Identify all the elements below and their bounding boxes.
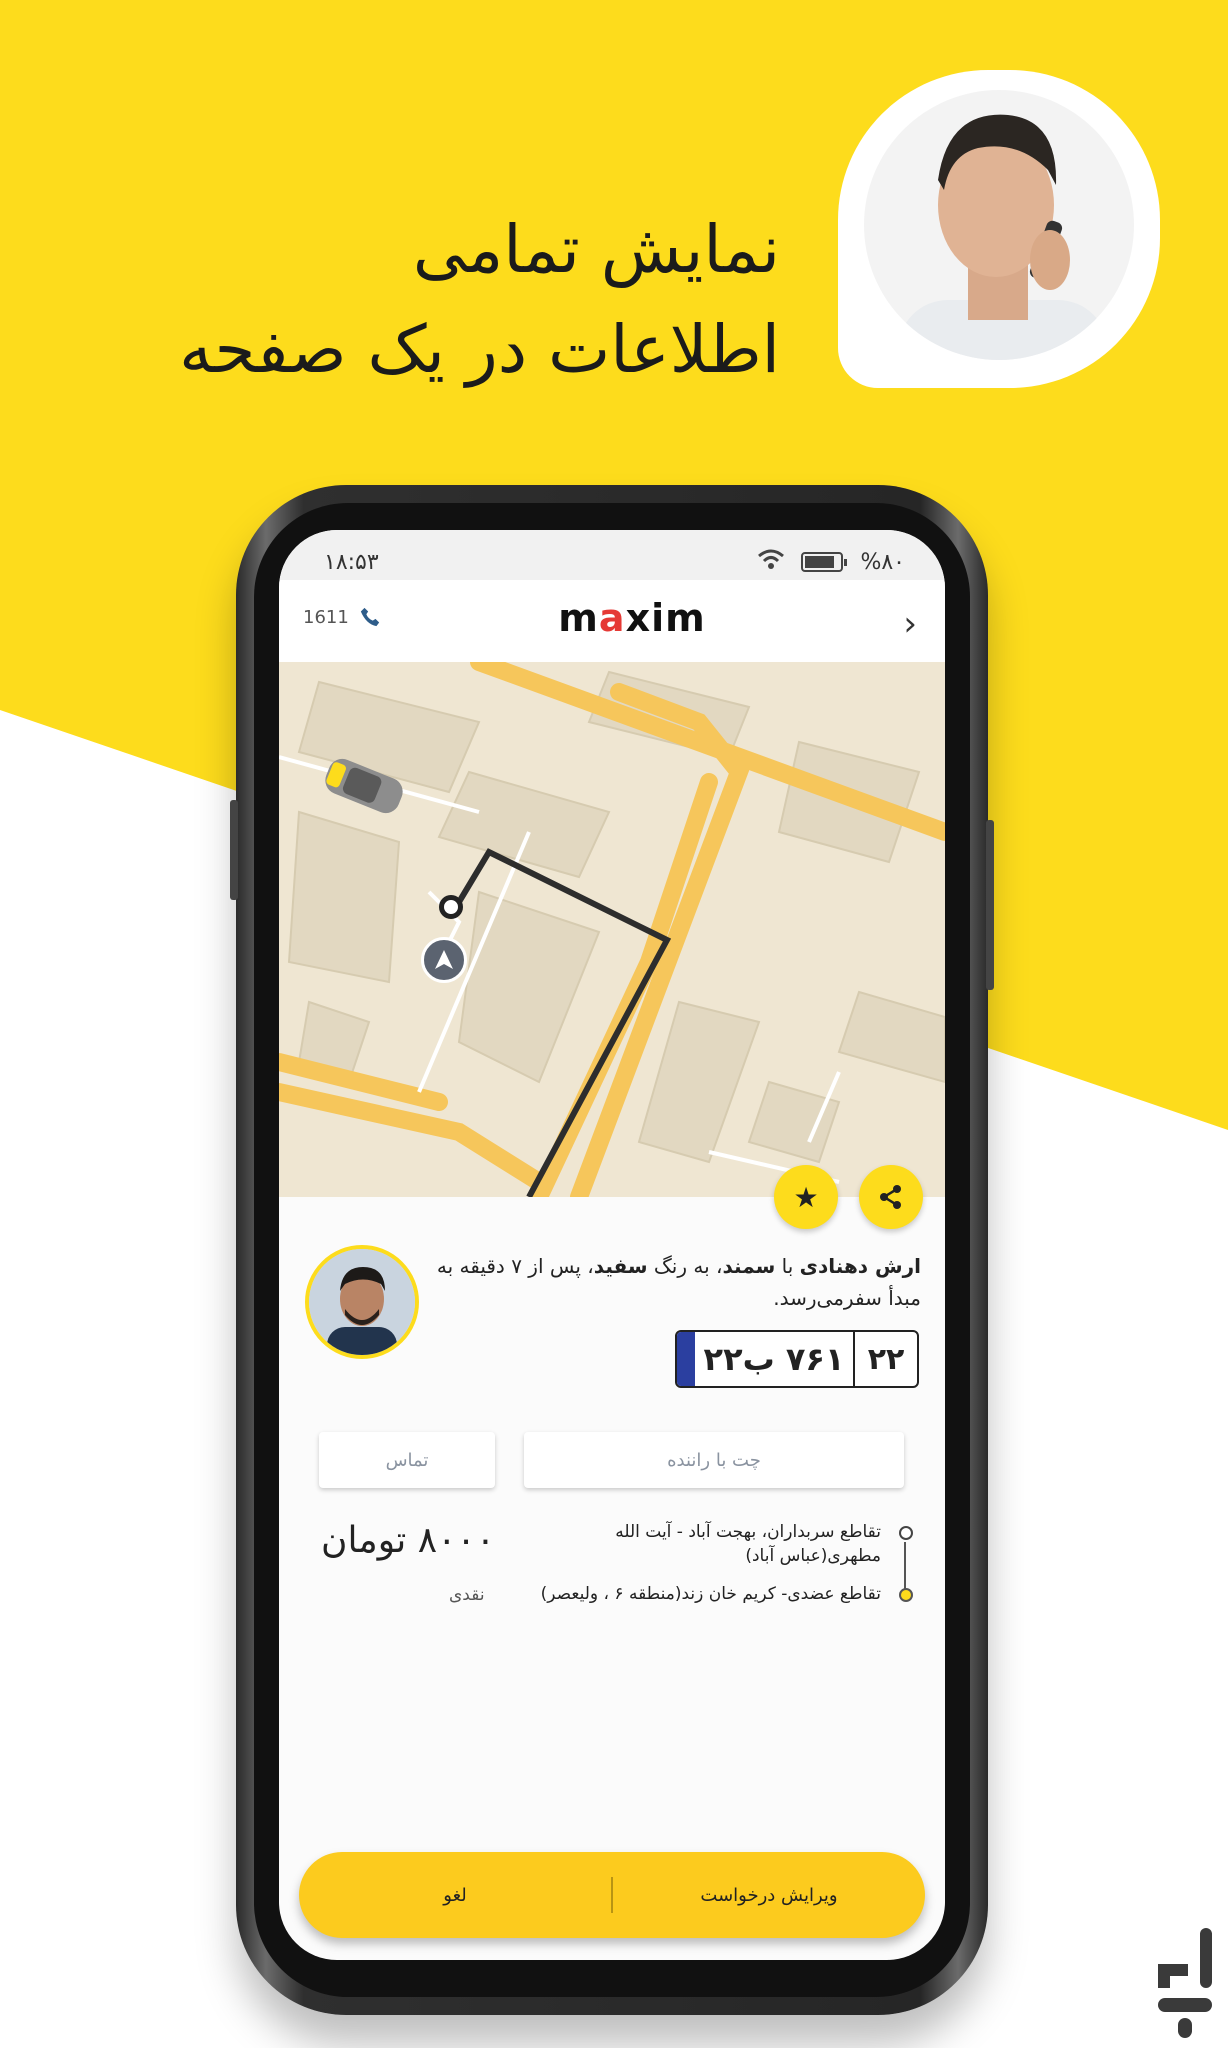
plate-flag: [677, 1332, 695, 1386]
car-model: سمند: [722, 1254, 776, 1278]
share-button[interactable]: [859, 1165, 923, 1229]
plate-region: ۲۲: [867, 1341, 905, 1377]
promo-headline: نمایش تمامی اطلاعات در یک صفحه: [60, 200, 780, 400]
star-icon: ★: [793, 1180, 819, 1214]
destination-dot-icon: [899, 1588, 913, 1602]
chat-with-driver-button[interactable]: چت با راننده: [524, 1432, 904, 1488]
battery-percent: %۸۰: [860, 550, 905, 575]
payment-type: نقدی: [449, 1585, 485, 1605]
promo-person-photo: [838, 70, 1160, 388]
car-color: سفید: [593, 1254, 648, 1278]
headline-line-2: اطلاعات در یک صفحه: [179, 311, 780, 388]
plate-number: ۷۶۱ ب۲۲: [695, 1332, 855, 1386]
status-time: ۱۸:۵۳: [324, 550, 379, 575]
navigation-pin-icon: [421, 937, 467, 983]
battery-icon: [801, 552, 847, 572]
origin-dot-icon: [899, 1526, 913, 1540]
call-button[interactable]: تماس: [319, 1432, 495, 1488]
origin-address: تقاطع سربداران، بهجت آباد - آیت الله مطه…: [513, 1520, 913, 1568]
route-map[interactable]: [279, 662, 945, 1197]
trip-route: تقاطع سربداران، بهجت آباد - آیت الله مطه…: [513, 1520, 913, 1606]
favorite-button[interactable]: ★: [774, 1165, 838, 1229]
app-header: 1611 maxim ›: [279, 580, 945, 662]
phone-side-button: [230, 800, 238, 900]
wifi-icon: [758, 549, 784, 569]
share-icon: [880, 1185, 901, 1209]
status-bar: ۱۸:۵۳ %۸۰: [279, 530, 945, 580]
chevron-right-icon[interactable]: ›: [903, 604, 917, 644]
maxim-logo: maxim: [558, 596, 706, 640]
bottom-action-bar: لغو ویرایش درخواست: [299, 1852, 925, 1938]
fare-price: ۸۰۰۰ تومان: [321, 1520, 496, 1561]
store-watermark-icon: [1158, 1928, 1212, 2038]
cancel-button[interactable]: لغو: [299, 1885, 611, 1906]
pickup-point-icon: [439, 895, 463, 919]
driver-name: ارش دهنادی: [799, 1254, 921, 1278]
driver-avatar: [305, 1245, 419, 1359]
phone-side-button: [986, 820, 994, 990]
destination-address: تقاطع عضدی- کریم خان زند(منطقه ۶ ، ولیعص…: [513, 1582, 913, 1606]
driver-info: ارش دهنادی با سمند، به رنگ سفید، پس از ۷…: [436, 1254, 921, 1310]
license-plate: ۷۶۱ ب۲۲ ۲۲: [675, 1330, 919, 1388]
headline-line-1: نمایش تمامی: [412, 211, 780, 288]
app-screen: ۱۸:۵۳ %۸۰ 1611 maxim › ★ ارش دهنادی با س…: [279, 530, 945, 1960]
edit-request-button[interactable]: ویرایش درخواست: [613, 1885, 925, 1906]
